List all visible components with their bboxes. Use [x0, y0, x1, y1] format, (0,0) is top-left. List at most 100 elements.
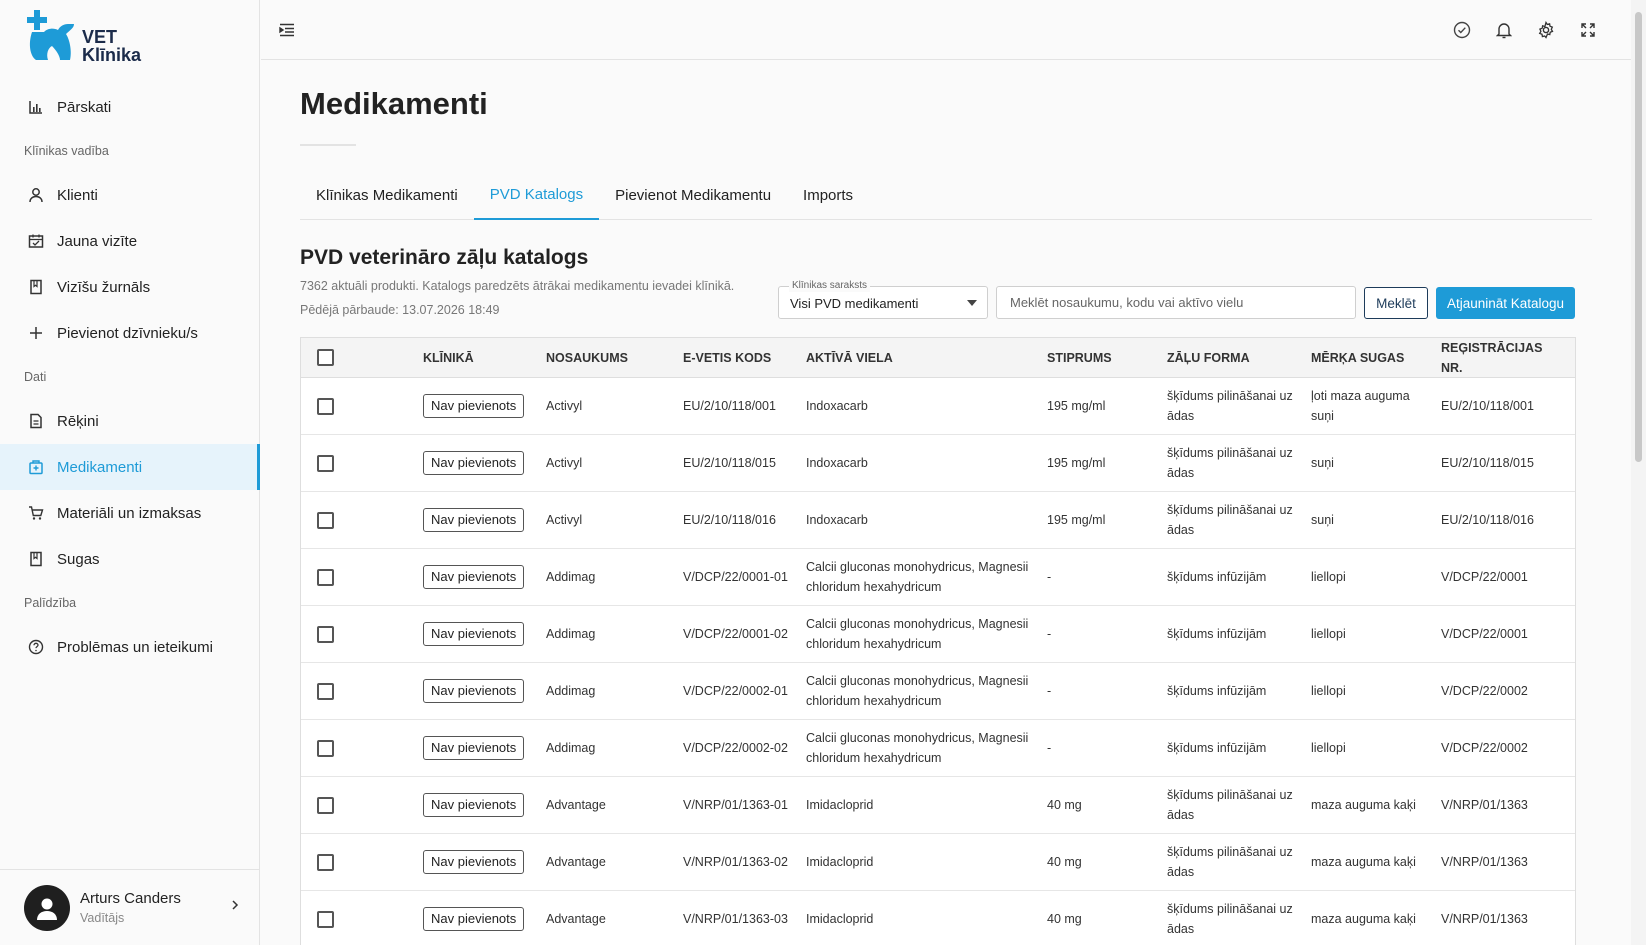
cell-clinic: Nav pievienots — [415, 394, 538, 418]
table-row[interactable]: Nav pievienots Addimag V/DCP/22/0002-01 Cal… — [301, 663, 1575, 720]
header-strength[interactable]: STIPRUMS — [1039, 348, 1159, 368]
chevron-right-icon[interactable] — [230, 898, 240, 916]
sidebar-item-jauna-vizite[interactable]: Jauna vizīte — [0, 218, 260, 264]
table-row[interactable]: Nav pievienots Activyl EU/2/10/118/015 Indo… — [301, 435, 1575, 492]
header-form[interactable]: ZĀĻU FORMA — [1159, 348, 1303, 368]
cell-form: šķīdums pilināšanai uz ādas — [1167, 788, 1293, 822]
table-row[interactable]: Nav pievienots Activyl EU/2/10/118/001 Indo… — [301, 378, 1575, 435]
cell-code: V/NRP/01/1363-02 — [683, 855, 788, 869]
tab-klinikas-medikamenti[interactable]: Klīnikas Medikamenti — [300, 170, 474, 220]
header-name[interactable]: NOSAUKUMS — [538, 348, 675, 368]
sidebar-item-problemas[interactable]: Problēmas un ieteikumi — [0, 624, 260, 670]
sidebar-item-materiali[interactable]: Materiāli un izmaksas — [0, 490, 260, 536]
table-row[interactable]: Nav pievienots Addimag V/DCP/22/0002-02 Cal… — [301, 720, 1575, 777]
cell-code: V/NRP/01/1363-01 — [683, 798, 788, 812]
row-checkbox[interactable] — [317, 853, 334, 871]
app-logo[interactable]: VET Klīnika — [26, 10, 146, 64]
cell-code: V/DCP/22/0002-02 — [683, 741, 788, 755]
table-row[interactable]: Nav pievienots Advantage V/NRP/01/1363-02 I… — [301, 834, 1575, 891]
sidebar-item-vizisu-zurnals[interactable]: Vizīšu žurnāls — [0, 264, 260, 310]
cell-reg: V/NRP/01/1363 — [1441, 798, 1528, 812]
header-species[interactable]: MĒRĶA SUGAS — [1303, 348, 1433, 368]
tab-imports[interactable]: Imports — [787, 170, 869, 220]
add-to-clinic-button[interactable]: Nav pievienots — [423, 394, 525, 418]
sidebar-item-pievienot-dzivnieku[interactable]: Pievienot dzīvnieku/s — [0, 310, 260, 356]
tab-bar: Klīnikas Medikamenti PVD Katalogs Pievie… — [300, 170, 1592, 220]
header-code[interactable]: E-VETIS KODS — [675, 348, 798, 368]
add-to-clinic-button[interactable]: Nav pievienots — [423, 679, 525, 703]
select-all-checkbox[interactable] — [317, 349, 334, 366]
menu-collapse-icon[interactable] — [277, 20, 297, 40]
clinic-list-select[interactable]: Klīnikas saraksts Visi PVD medikamenti — [778, 280, 988, 319]
cell-strength: 195 mg/ml — [1047, 399, 1106, 413]
cell-substance: Indoxacarb — [806, 456, 868, 470]
scrollbar-thumb[interactable] — [1635, 12, 1642, 462]
cell-code: V/DCP/22/0001-01 — [683, 570, 788, 584]
row-checkbox[interactable] — [317, 568, 334, 586]
search-button[interactable]: Meklēt — [1364, 287, 1428, 319]
row-checkbox[interactable] — [317, 682, 334, 700]
search-input[interactable] — [996, 286, 1356, 319]
table-row[interactable]: Nav pievienots Activyl EU/2/10/118/016 Indo… — [301, 492, 1575, 549]
invoice-icon — [26, 411, 46, 431]
sidebar-item-rekini[interactable]: Rēķini — [0, 398, 260, 444]
add-to-clinic-button[interactable]: Nav pievienots — [423, 451, 525, 475]
sidebar-item-medikamenti[interactable]: Medikamenti — [0, 444, 260, 490]
add-to-clinic-button[interactable]: Nav pievienots — [423, 565, 525, 589]
row-checkbox[interactable] — [317, 511, 334, 529]
row-checkbox[interactable] — [317, 910, 334, 928]
add-to-clinic-button[interactable]: Nav pievienots — [423, 793, 525, 817]
row-checkbox[interactable] — [317, 625, 334, 643]
table-row[interactable]: Nav pievienots Addimag V/DCP/22/0001-01 Cal… — [301, 549, 1575, 606]
add-to-clinic-button[interactable]: Nav pievienots — [423, 622, 525, 646]
add-to-clinic-button[interactable]: Nav pievienots — [423, 907, 525, 931]
tab-pvd-katalogs[interactable]: PVD Katalogs — [473, 170, 600, 220]
cell-substance: Calcii gluconas monohydricus, Magnesii c… — [806, 617, 1029, 651]
gear-icon[interactable] — [1536, 20, 1556, 40]
header-clinic[interactable]: KLĪNIKĀ — [415, 348, 538, 368]
row-checkbox[interactable] — [317, 739, 334, 757]
select-label: Klīnikas saraksts — [789, 280, 871, 292]
cell-form: šķīdums pilināšanai uz ādas — [1167, 845, 1293, 879]
add-to-clinic-button[interactable]: Nav pievienots — [423, 508, 525, 532]
sidebar-item-klienti[interactable]: Klienti — [0, 172, 260, 218]
add-to-clinic-button[interactable]: Nav pievienots — [423, 850, 525, 874]
header-reg[interactable]: REĢISTRĀCIJAS NR. — [1433, 338, 1573, 378]
cell-clinic: Nav pievienots — [415, 679, 538, 703]
row-checkbox[interactable] — [317, 454, 334, 472]
row-checkbox[interactable] — [317, 796, 334, 814]
table-row[interactable]: Nav pievienots Addimag V/DCP/22/0001-02 Cal… — [301, 606, 1575, 663]
check-circle-icon[interactable] — [1452, 20, 1472, 40]
catalog-subtitle: 7362 aktuāli produkti. Katalogs paredzēt… — [300, 279, 735, 293]
header-substance[interactable]: AKTĪVĀ VIELA — [798, 348, 1039, 368]
cell-select — [301, 682, 415, 700]
update-catalog-button[interactable]: Atjaunināt Katalogu — [1436, 287, 1575, 319]
sidebar-item-parskati[interactable]: Pārskati — [0, 84, 260, 130]
tab-pievienot-medikamentu[interactable]: Pievienot Medikamentu — [599, 170, 787, 220]
bar-chart-icon — [26, 97, 46, 117]
row-checkbox[interactable] — [317, 397, 334, 415]
cell-substance: Calcii gluconas monohydricus, Magnesii c… — [806, 731, 1029, 765]
add-to-clinic-button[interactable]: Nav pievienots — [423, 736, 525, 760]
table-row[interactable]: Nav pievienots Advantage V/NRP/01/1363-03 I… — [301, 891, 1575, 945]
cell-select — [301, 511, 415, 529]
cell-clinic: Nav pievienots — [415, 508, 538, 532]
catalog-last-checked: Pēdējā pārbaude: 13.07.2026 18:49 — [300, 303, 500, 317]
table-row[interactable]: Nav pievienots Advantage V/NRP/01/1363-01 I… — [301, 777, 1575, 834]
bell-icon[interactable] — [1494, 20, 1514, 40]
sidebar-nav: Pārskati Klīnikas vadība Klienti Jauna v… — [0, 84, 260, 670]
cell-strength: 195 mg/ml — [1047, 513, 1106, 527]
cell-clinic: Nav pievienots — [415, 622, 538, 646]
sidebar-item-label: Medikamenti — [57, 458, 143, 476]
fullscreen-icon[interactable] — [1578, 20, 1598, 40]
cell-clinic: Nav pievienots — [415, 451, 538, 475]
cell-strength: 40 mg — [1047, 912, 1082, 926]
user-profile[interactable]: Arturs Canders Vadītājs — [0, 869, 260, 945]
cell-reg: V/NRP/01/1363 — [1441, 855, 1528, 869]
scrollbar[interactable] — [1631, 0, 1646, 945]
sidebar-item-sugas[interactable]: Sugas — [0, 536, 260, 582]
select-value: Visi PVD medikamenti — [790, 296, 919, 311]
cell-select — [301, 397, 415, 415]
cell-clinic: Nav pievienots — [415, 850, 538, 874]
cell-substance: Calcii gluconas monohydricus, Magnesii c… — [806, 560, 1029, 594]
